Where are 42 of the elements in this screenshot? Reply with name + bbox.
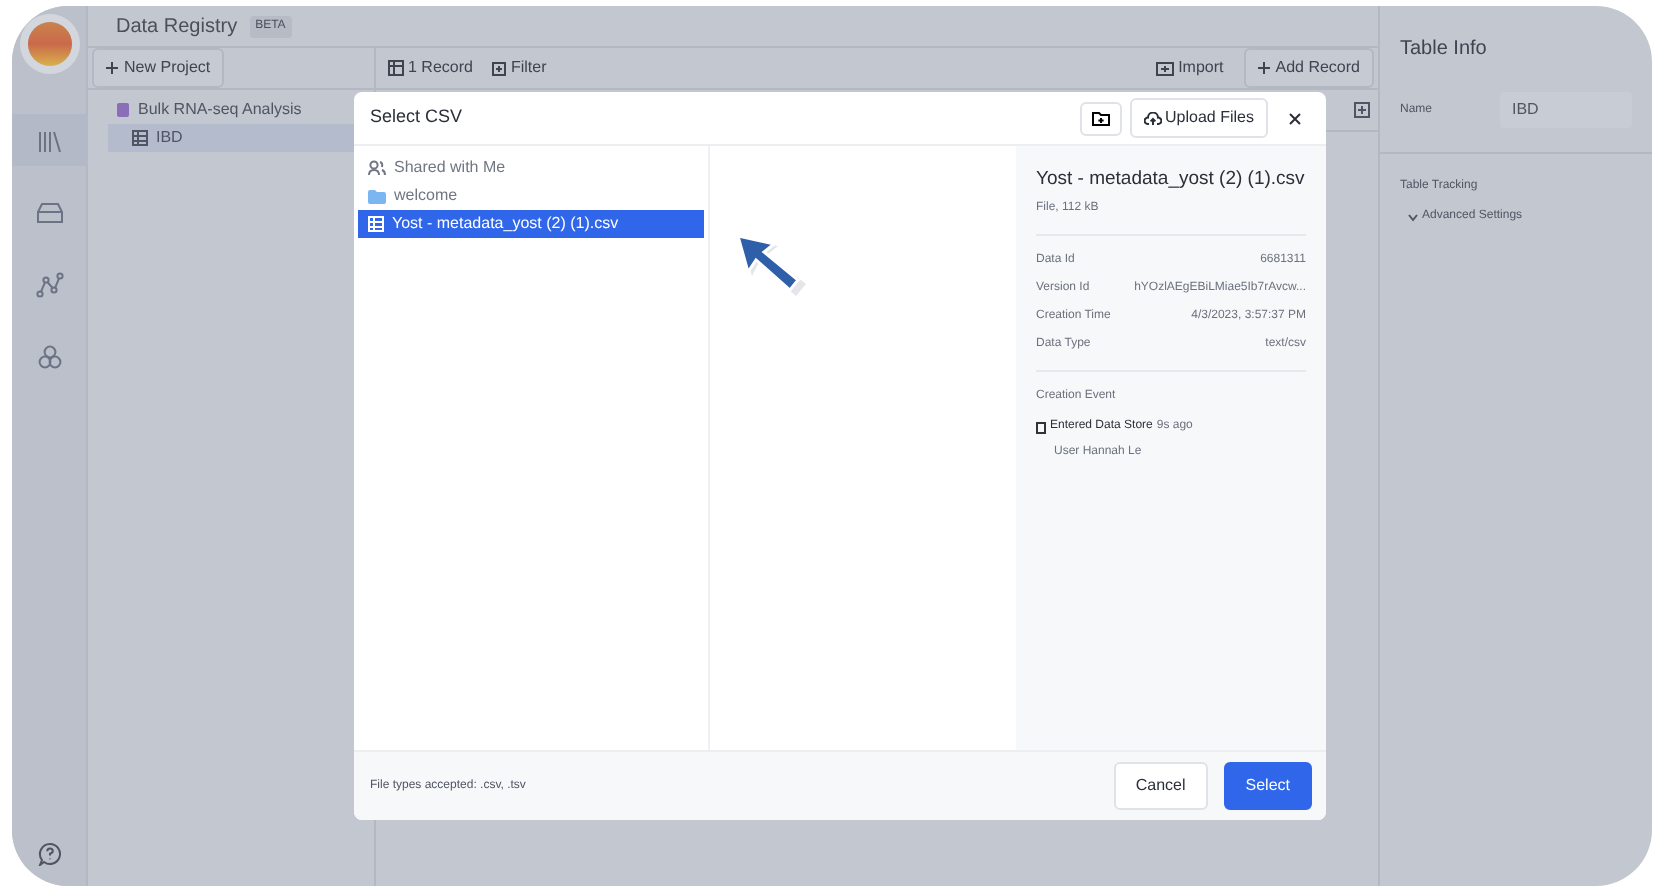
plus-icon [1257, 62, 1270, 74]
new-project-button[interactable]: New Project [92, 48, 225, 88]
cursor-icon [738, 236, 810, 300]
book-icon [116, 102, 130, 118]
select-button[interactable]: Select [1223, 762, 1312, 810]
add-record-button[interactable]: Add Record [1243, 48, 1374, 88]
tree-item[interactable]: Bulk RNA-seq Analysis [88, 96, 302, 124]
logo-icon[interactable] [27, 22, 71, 66]
chevron-down-icon [1408, 213, 1418, 221]
library-icon[interactable] [35, 127, 63, 153]
folder-icon [1091, 111, 1110, 125]
cloud-upload-icon [1143, 111, 1162, 125]
graph-icon[interactable] [35, 271, 63, 297]
table-icon [368, 216, 384, 232]
import-button[interactable]: Import [1156, 56, 1224, 80]
file-list-item[interactable]: welcome [358, 182, 704, 210]
file-list-item[interactable]: Shared with Me [358, 154, 704, 182]
plus-box-icon [492, 61, 507, 75]
circles-icon[interactable] [35, 343, 63, 369]
add-column-icon[interactable] [1354, 102, 1370, 118]
app-title: Data Registry [116, 13, 238, 41]
folder-icon [368, 189, 386, 203]
file-list-item[interactable]: Yost - metadata_yost (2) (1).csv [358, 210, 704, 238]
upload-files-button[interactable]: Upload Files [1129, 98, 1268, 138]
help-icon[interactable] [37, 842, 61, 866]
name-field[interactable]: IBD [1500, 92, 1632, 128]
plus-icon [106, 62, 118, 74]
tree-item[interactable]: IBD [108, 124, 358, 152]
import-icon [1156, 61, 1175, 75]
table-icon [132, 130, 148, 146]
dialog-title: Select CSV [370, 104, 465, 131]
drive-icon[interactable] [35, 199, 63, 225]
people-icon [368, 160, 386, 176]
table-icon [388, 60, 404, 76]
close-icon[interactable] [1288, 111, 1302, 125]
new-folder-button[interactable] [1079, 101, 1122, 135]
panel-title: Table Info [1400, 36, 1489, 64]
cancel-button[interactable]: Cancel [1113, 762, 1208, 810]
record-count-button[interactable]: 1 Record [388, 56, 473, 80]
filter-button[interactable]: Filter [492, 56, 547, 80]
file-name: Yost - metadata_yost (2) (1).csv [1036, 166, 1306, 194]
document-icon [1036, 421, 1046, 434]
